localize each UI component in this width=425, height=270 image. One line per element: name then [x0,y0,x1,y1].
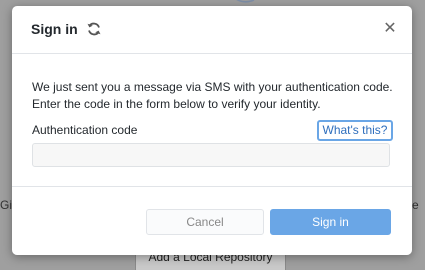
sms-message: We just sent you a message via SMS with … [32,80,393,111]
authentication-code-input[interactable] [32,143,390,167]
dialog-footer: Cancel Sign in [12,186,412,255]
whats-this-link[interactable]: What's this? [317,120,393,141]
sign-in-button[interactable]: Sign in [270,209,391,235]
cancel-button[interactable]: Cancel [146,209,264,235]
dialog-header: Sign in ✕ [12,6,412,54]
authentication-code-label: Authentication code [32,123,138,137]
background-text-right: e [412,198,419,212]
sync-icon [87,22,101,36]
dialog-title: Sign in [31,21,78,37]
close-icon[interactable]: ✕ [382,21,398,37]
sign-in-dialog: Sign in ✕ We just sent you a message via… [12,6,412,255]
